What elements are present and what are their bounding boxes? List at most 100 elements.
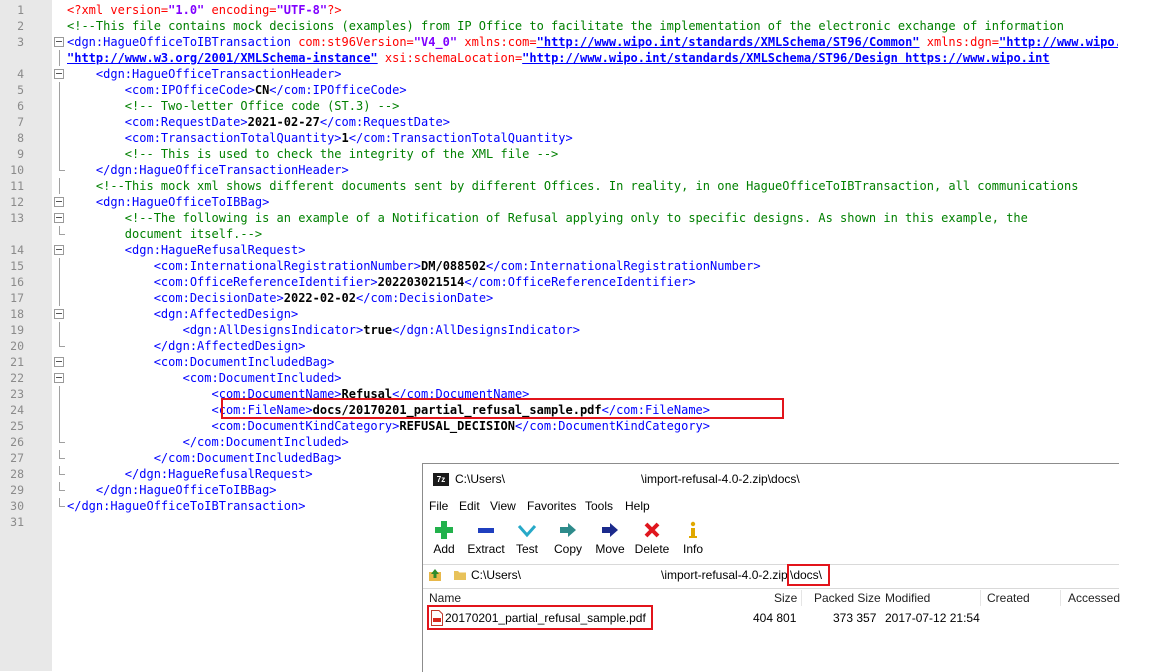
column-packed-size[interactable]: Packed Size: [814, 591, 881, 605]
code-line[interactable]: 6 <!-- Two-letter Office code (ST.3) -->: [0, 98, 1118, 114]
code-line[interactable]: 13 <!--The following is an example of a …: [0, 210, 1118, 226]
code-token: <dgn:HagueOfficeToIBTransaction: [67, 35, 298, 49]
code-token: CN: [255, 83, 269, 97]
column-accessed[interactable]: Accessed: [1068, 591, 1120, 605]
code-token: </dgn:AffectedDesign>: [67, 339, 305, 353]
move-icon: [600, 520, 620, 540]
column-modified[interactable]: Modified: [885, 591, 930, 605]
line-number: 28: [0, 466, 24, 482]
code-text: <com:RequestDate>2021-02-27</com:Request…: [67, 114, 450, 130]
code-token: </com:DocumentIncluded>: [67, 435, 349, 449]
code-line[interactable]: 9 <!-- This is used to check the integri…: [0, 146, 1118, 162]
line-number: 10: [0, 162, 24, 178]
code-line[interactable]: 4 <dgn:HagueOfficeTransactionHeader>: [0, 66, 1118, 82]
info-button[interactable]: Info: [670, 518, 716, 562]
fold-end-marker: [59, 162, 60, 171]
code-line[interactable]: 25 <com:DocumentKindCategory>REFUSAL_DEC…: [0, 418, 1118, 434]
delete-icon: [642, 520, 662, 540]
code-line[interactable]: 15 <com:InternationalRegistrationNumber>…: [0, 258, 1118, 274]
title-bar[interactable]: 7z C:\Users\ \import-refusal-4.0-2.zip\d…: [423, 464, 1119, 496]
code-token: "1.0": [168, 3, 204, 17]
menu-file[interactable]: File: [429, 499, 448, 513]
menu-favorites[interactable]: Favorites: [527, 499, 576, 513]
move-button[interactable]: Move: [587, 518, 633, 562]
code-line[interactable]: 12 <dgn:HagueOfficeToIBBag>: [0, 194, 1118, 210]
line-number: 4: [0, 66, 24, 82]
fold-toggle-icon[interactable]: [54, 309, 64, 319]
code-token: REFUSAL_DECISION: [399, 419, 515, 433]
menu-view[interactable]: View: [490, 499, 516, 513]
title-path-archive: \import-refusal-4.0-2.zip\docs\: [641, 472, 800, 486]
up-folder-icon[interactable]: [428, 568, 442, 582]
code-line[interactable]: 5 <com:IPOfficeCode>CN</com:IPOfficeCode…: [0, 82, 1118, 98]
code-line[interactable]: document itself.-->: [0, 226, 1118, 242]
column-name[interactable]: Name: [429, 591, 461, 605]
test-button[interactable]: Test: [504, 518, 550, 562]
fold-toggle-icon[interactable]: [54, 37, 64, 47]
code-text: </dgn:HagueOfficeTransactionHeader>: [67, 162, 349, 178]
code-line[interactable]: 11 <!--This mock xml shows different doc…: [0, 178, 1118, 194]
code-line[interactable]: 20 </dgn:AffectedDesign>: [0, 338, 1118, 354]
fold-toggle-icon[interactable]: [54, 373, 64, 383]
menu-edit[interactable]: Edit: [459, 499, 480, 513]
address-bar[interactable]: C:\Users\ \import-refusal-4.0-2.zip \doc…: [423, 564, 1119, 589]
code-line[interactable]: 16 <com:OfficeReferenceIdentifier>202203…: [0, 274, 1118, 290]
code-line[interactable]: 22 <com:DocumentIncluded>: [0, 370, 1118, 386]
menu-tools[interactable]: Tools: [585, 499, 613, 513]
menu-help[interactable]: Help: [625, 499, 650, 513]
fold-toggle-icon[interactable]: [54, 357, 64, 367]
sevenzip-logo-icon: 7z: [433, 473, 449, 486]
delete-button[interactable]: Delete: [629, 518, 675, 562]
code-token: </com:InternationalRegistrationNumber>: [486, 259, 761, 273]
column-size[interactable]: Size: [774, 591, 797, 605]
line-number: 19: [0, 322, 24, 338]
code-token: </dgn:AllDesignsIndicator>: [392, 323, 580, 337]
code-text: <com:DocumentKindCategory>REFUSAL_DECISI…: [67, 418, 710, 434]
code-line[interactable]: 1<?xml version="1.0" encoding="UTF-8"?>: [0, 2, 1118, 18]
file-row[interactable]: 20170201_partial_refusal_sample.pdf 404 …: [423, 608, 1119, 628]
extract-button[interactable]: Extract: [463, 518, 509, 562]
code-line[interactable]: 18 <dgn:AffectedDesign>: [0, 306, 1118, 322]
test-label: Test: [504, 542, 550, 556]
fold-line: [59, 178, 60, 194]
fold-line: [59, 258, 60, 274]
code-token: encoding=: [204, 3, 276, 17]
line-number: 24: [0, 402, 24, 418]
code-token: <com:IPOfficeCode>: [67, 83, 255, 97]
fold-line: [59, 274, 60, 290]
menu-bar: File Edit View Favorites Tools Help: [423, 496, 1119, 516]
code-text: <dgn:HagueOfficeTransactionHeader>: [67, 66, 342, 82]
line-number: 12: [0, 194, 24, 210]
code-line[interactable]: 2<!--This file contains mock decisions (…: [0, 18, 1118, 34]
code-token: <com:DocumentIncluded>: [67, 371, 342, 385]
fold-toggle-icon[interactable]: [54, 197, 64, 207]
code-line[interactable]: 14 <dgn:HagueRefusalRequest>: [0, 242, 1118, 258]
code-line[interactable]: 3<dgn:HagueOfficeToIBTransaction com:st9…: [0, 34, 1118, 50]
code-line[interactable]: 17 <com:DecisionDate>2022-02-02</com:Dec…: [0, 290, 1118, 306]
copy-button[interactable]: Copy: [545, 518, 591, 562]
line-number: 15: [0, 258, 24, 274]
code-line[interactable]: "http://www.w3.org/2001/XMLSchema-instan…: [0, 50, 1118, 66]
extract-label: Extract: [463, 542, 509, 556]
copy-label: Copy: [545, 542, 591, 556]
code-token: <?xml: [67, 3, 110, 17]
fold-toggle-icon[interactable]: [54, 245, 64, 255]
code-text: </dgn:HagueOfficeToIBTransaction>: [67, 498, 305, 514]
fold-toggle-icon[interactable]: [54, 213, 64, 223]
code-line[interactable]: 10 </dgn:HagueOfficeTransactionHeader>: [0, 162, 1118, 178]
column-created[interactable]: Created: [987, 591, 1030, 605]
code-text: </com:DocumentIncluded>: [67, 434, 349, 450]
code-line[interactable]: 21 <com:DocumentIncludedBag>: [0, 354, 1118, 370]
code-line[interactable]: 8 <com:TransactionTotalQuantity>1</com:T…: [0, 130, 1118, 146]
code-line[interactable]: 19 <dgn:AllDesignsIndicator>true</dgn:Al…: [0, 322, 1118, 338]
code-text: "http://www.w3.org/2001/XMLSchema-instan…: [67, 50, 1050, 66]
sevenzip-window[interactable]: 7z C:\Users\ \import-refusal-4.0-2.zip\d…: [422, 463, 1119, 672]
line-number: 27: [0, 450, 24, 466]
code-token: </dgn:HagueOfficeToIBBag>: [67, 483, 277, 497]
fold-end-marker: [59, 226, 60, 235]
fold-toggle-icon[interactable]: [54, 69, 64, 79]
code-line[interactable]: 7 <com:RequestDate>2021-02-27</com:Reque…: [0, 114, 1118, 130]
add-button[interactable]: Add: [421, 518, 467, 562]
code-line[interactable]: 26 </com:DocumentIncluded>: [0, 434, 1118, 450]
filename-highlight-box: [221, 398, 784, 419]
